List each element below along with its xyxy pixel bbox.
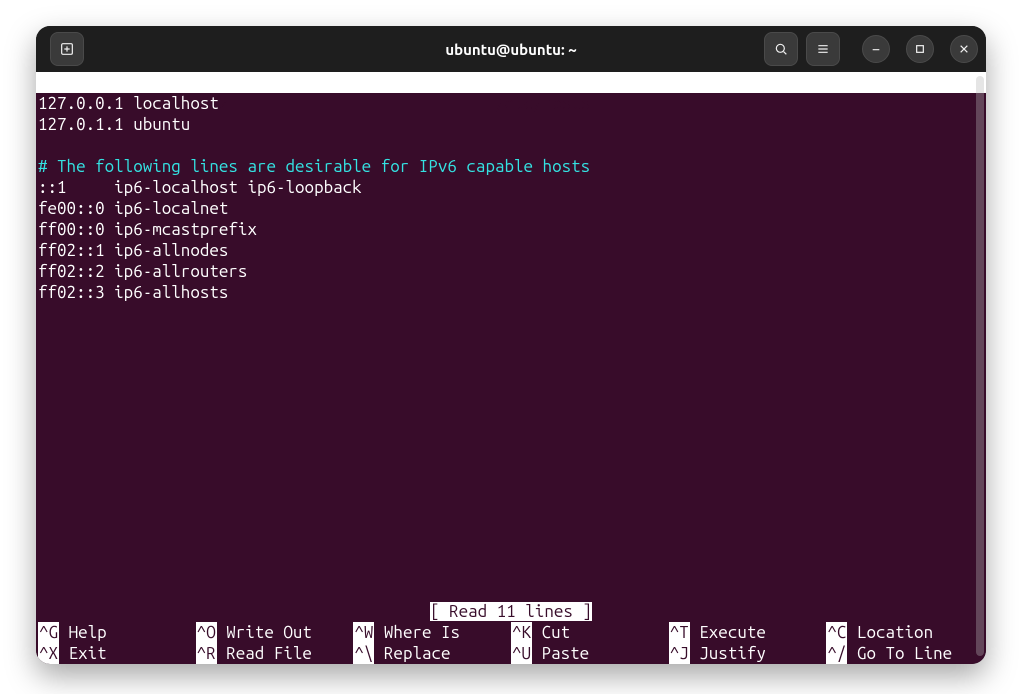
- shortcut-key: ^X: [38, 643, 59, 664]
- shortcut-key: ^R: [196, 643, 217, 664]
- editor-line: [38, 135, 984, 156]
- editor-line: ff02::2 ip6-allrouters: [38, 261, 984, 282]
- shortcut-item: ^O Write Out: [196, 622, 354, 643]
- close-icon: [956, 41, 972, 57]
- editor-line: # The following lines are desirable for …: [38, 156, 984, 177]
- nano-editor-body[interactable]: 127.0.0.1 localhost127.0.1.1 ubuntu # Th…: [36, 93, 986, 303]
- shortcut-label: Justify: [690, 643, 766, 664]
- editor-line: ff02::3 ip6-allhosts: [38, 282, 984, 303]
- nano-filename: /etc/hosts: [495, 94, 590, 113]
- shortcut-key: ^O: [196, 622, 217, 643]
- nano-status-line: [ Read 11 lines ]: [36, 601, 986, 622]
- shortcut-label: Execute: [690, 622, 766, 643]
- editor-line: 127.0.1.1 ubuntu: [38, 114, 984, 135]
- minimize-icon: [868, 41, 884, 57]
- hamburger-icon: [815, 41, 831, 57]
- editor-line: ff00::0 ip6-mcastprefix: [38, 219, 984, 240]
- shortcut-key: ^W: [353, 622, 374, 643]
- nano-header-bar: GNU nano 6.2 /etc/hosts: [36, 72, 986, 93]
- shortcut-label: Help: [59, 622, 107, 643]
- shortcut-item: ^R Read File: [196, 643, 354, 664]
- window-titlebar: ubuntu@ubuntu: ~: [36, 26, 986, 72]
- shortcut-item: ^/ Go To Line: [826, 643, 984, 664]
- maximize-icon: [912, 41, 928, 57]
- shortcut-label: Write Out: [217, 622, 312, 643]
- shortcut-item: ^J Justify: [669, 643, 827, 664]
- shortcut-key: ^T: [669, 622, 690, 643]
- minimize-button[interactable]: [862, 35, 890, 63]
- terminal-window: ubuntu@ubuntu: ~: [36, 26, 986, 664]
- shortcut-label: Go To Line: [847, 643, 952, 664]
- terminal-viewport[interactable]: GNU nano 6.2 /etc/hosts 127.0.0.1 localh…: [36, 72, 986, 664]
- shortcut-item: ^U Paste: [511, 643, 669, 664]
- search-icon: [773, 41, 789, 57]
- close-button[interactable]: [950, 35, 978, 63]
- new-tab-icon: [59, 41, 75, 57]
- shortcut-item: ^X Exit: [38, 643, 196, 664]
- scrollbar-thumb[interactable]: [976, 76, 984, 656]
- shortcut-key: ^U: [511, 643, 532, 664]
- editor-line: ::1 ip6-localhost ip6-loopback: [38, 177, 984, 198]
- shortcut-key: ^C: [826, 622, 847, 643]
- shortcut-label: Exit: [59, 643, 107, 664]
- shortcut-label: Read File: [217, 643, 312, 664]
- search-button[interactable]: [764, 32, 798, 66]
- shortcut-item: ^C Location: [826, 622, 984, 643]
- editor-line: fe00::0 ip6-localnet: [38, 198, 984, 219]
- new-tab-button[interactable]: [50, 32, 84, 66]
- shortcut-label: Where Is: [374, 622, 460, 643]
- maximize-button[interactable]: [906, 35, 934, 63]
- shortcut-label: Location: [847, 622, 933, 643]
- shortcut-key: ^J: [669, 643, 690, 664]
- nano-status-text: [ Read 11 lines ]: [430, 602, 592, 621]
- menu-button[interactable]: [806, 32, 840, 66]
- shortcut-item: ^\ Replace: [353, 643, 511, 664]
- shortcut-item: ^T Execute: [669, 622, 827, 643]
- shortcut-key: ^K: [511, 622, 532, 643]
- shortcut-item: ^W Where Is: [353, 622, 511, 643]
- nano-shortcut-bar: ^G Help^O Write Out^W Where Is^K Cut^T E…: [36, 622, 986, 664]
- shortcut-key: ^G: [38, 622, 59, 643]
- shortcut-label: Paste: [532, 643, 589, 664]
- shortcut-key: ^\: [353, 643, 374, 664]
- shortcut-item: ^G Help: [38, 622, 196, 643]
- shortcut-key: ^/: [826, 643, 847, 664]
- shortcut-item: ^K Cut: [511, 622, 669, 643]
- shortcut-label: Replace: [374, 643, 450, 664]
- editor-line: ff02::1 ip6-allnodes: [38, 240, 984, 261]
- shortcut-label: Cut: [532, 622, 570, 643]
